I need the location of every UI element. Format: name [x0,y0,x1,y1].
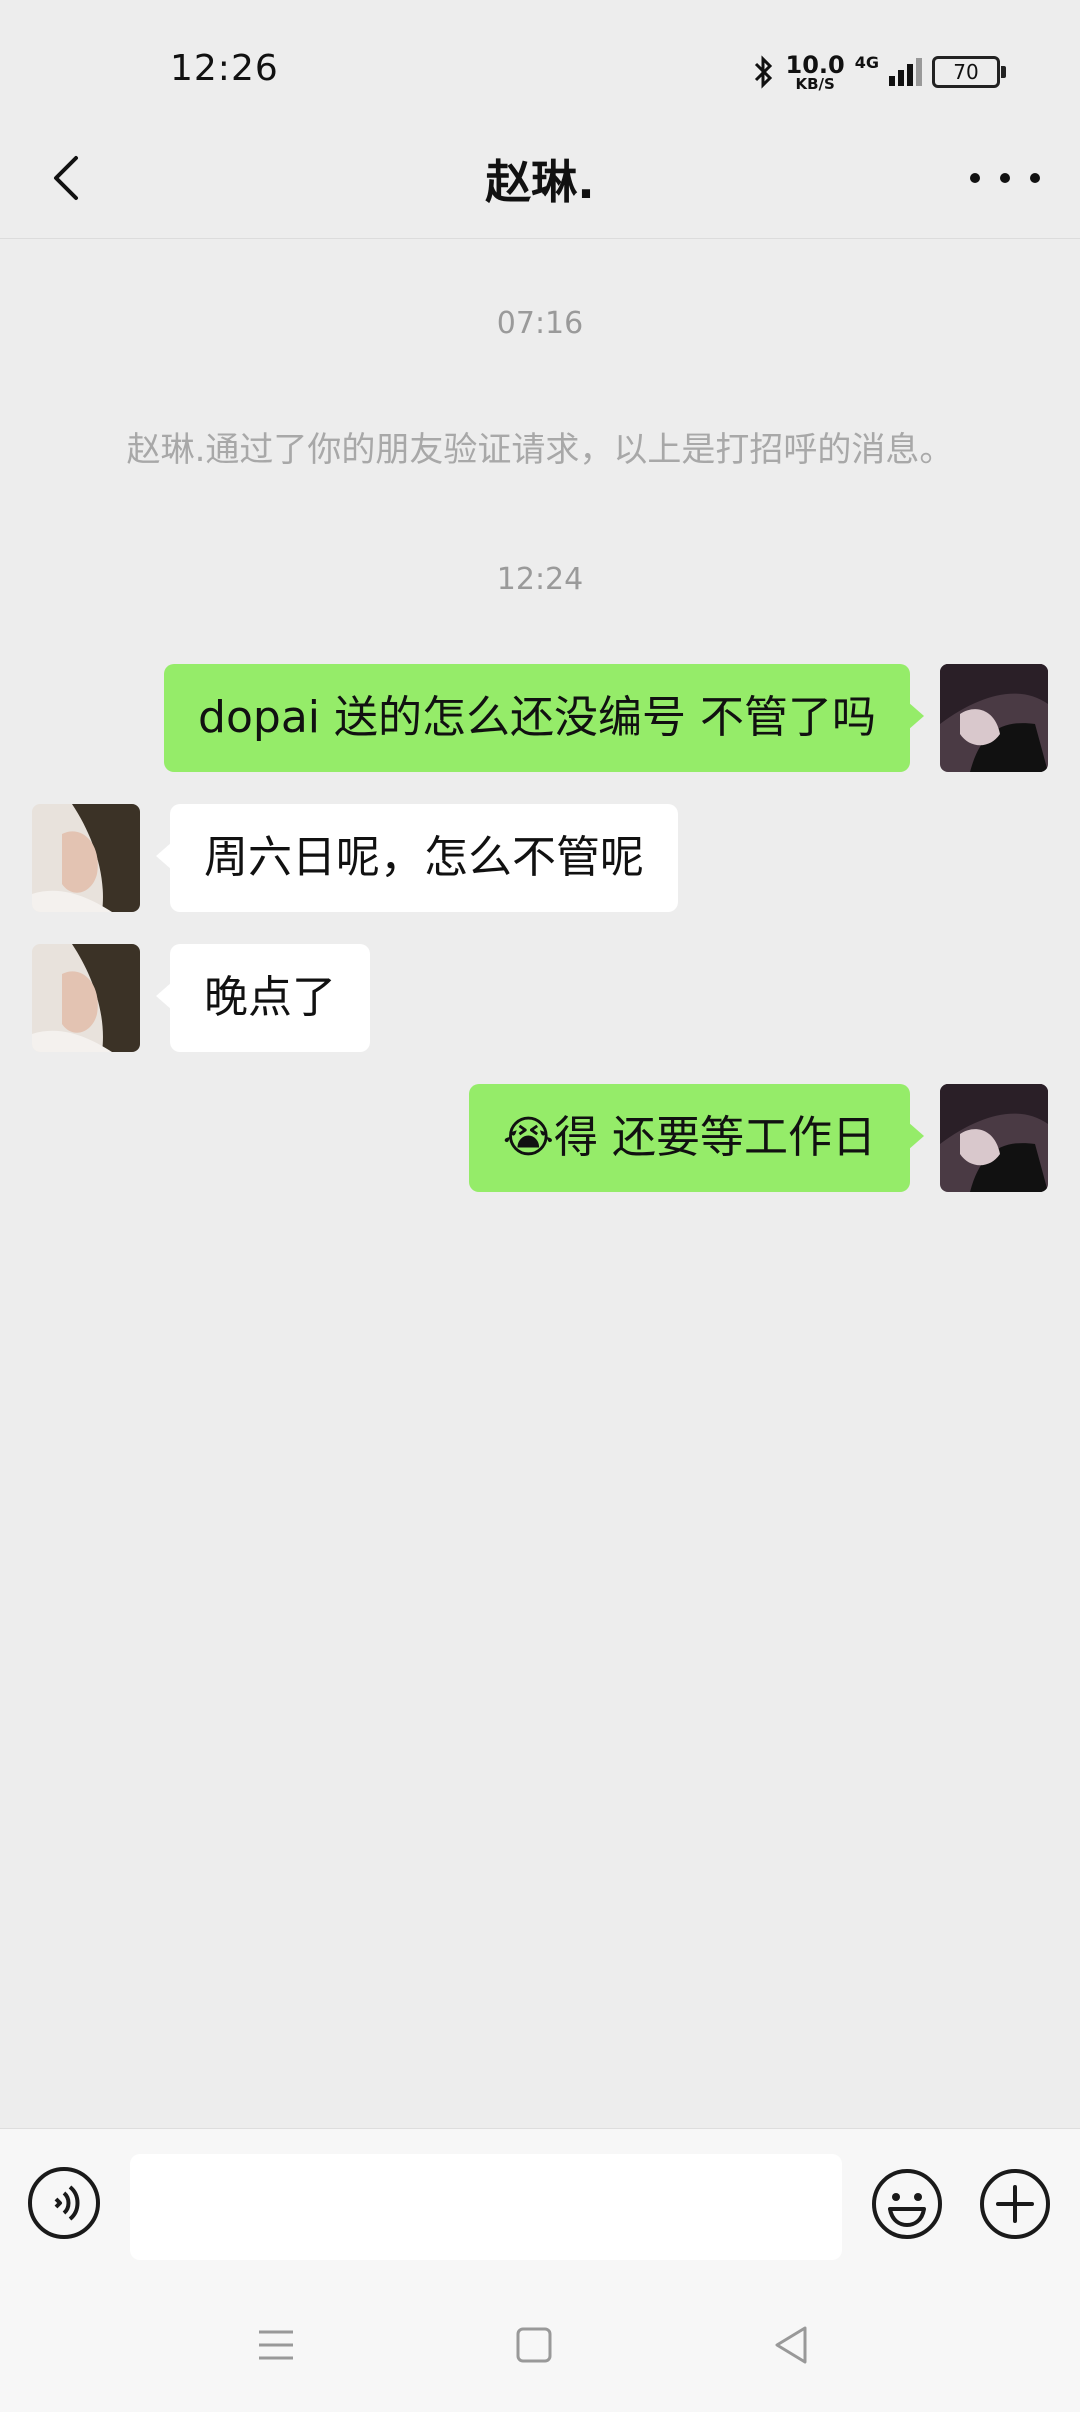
timestamp: 07:16 [496,306,584,341]
battery-level: 70 [953,60,979,84]
home-square-icon [516,2327,552,2363]
network-speed: 10.0 KB/S [786,53,845,92]
system-message: 赵琳.通过了你的朋友验证请求，以上是打招呼的消息。 [126,430,954,470]
message-input[interactable] [130,2154,842,2260]
bluetooth-icon [754,55,772,89]
network-speed-value: 10.0 [785,50,845,79]
my-avatar[interactable] [940,1084,1048,1192]
chat-header: 赵琳. [0,118,1080,239]
emoji-icon [872,2169,942,2239]
status-icons: 10.0 KB/S 4G 70 [752,50,1006,94]
menu-nav-button[interactable] [251,2320,301,2370]
battery-icon: 70 [932,56,1006,88]
sent-message-bubble[interactable]: 😭得 还要等工作日 [468,1084,925,1192]
home-nav-button[interactable] [509,2320,559,2370]
voice-input-icon [54,2185,80,2221]
message-input-bar [0,2128,1080,2279]
status-time: 12:26 [170,48,279,89]
more-dots-icon [970,173,980,183]
timestamp: 12:24 [496,562,584,597]
received-message-bubble[interactable]: 晚点了 [156,944,370,1052]
back-triangle-icon [775,2326,807,2364]
chat-title: 赵琳. [485,155,595,209]
contact-avatar[interactable] [32,944,140,1052]
network-speed-unit: KB/S [795,74,835,93]
plus-icon [980,2169,1050,2239]
emoji-button[interactable] [870,2167,944,2241]
more-button[interactable] [970,148,1040,208]
voice-input-button[interactable] [28,2167,100,2239]
back-nav-button[interactable] [767,2320,817,2370]
system-navigation-bar [0,2278,1080,2412]
more-functions-button[interactable] [978,2167,1052,2241]
received-message-bubble[interactable]: 周六日呢，怎么不管呢 [156,804,678,912]
menu-icon [259,2330,293,2360]
contact-avatar[interactable] [32,804,140,912]
signal-icon [889,58,922,86]
sent-message-bubble[interactable]: dopai 送的怎么还没编号 不管了吗 [164,664,924,772]
network-type: 4G [854,52,879,72]
my-avatar[interactable] [940,664,1048,772]
